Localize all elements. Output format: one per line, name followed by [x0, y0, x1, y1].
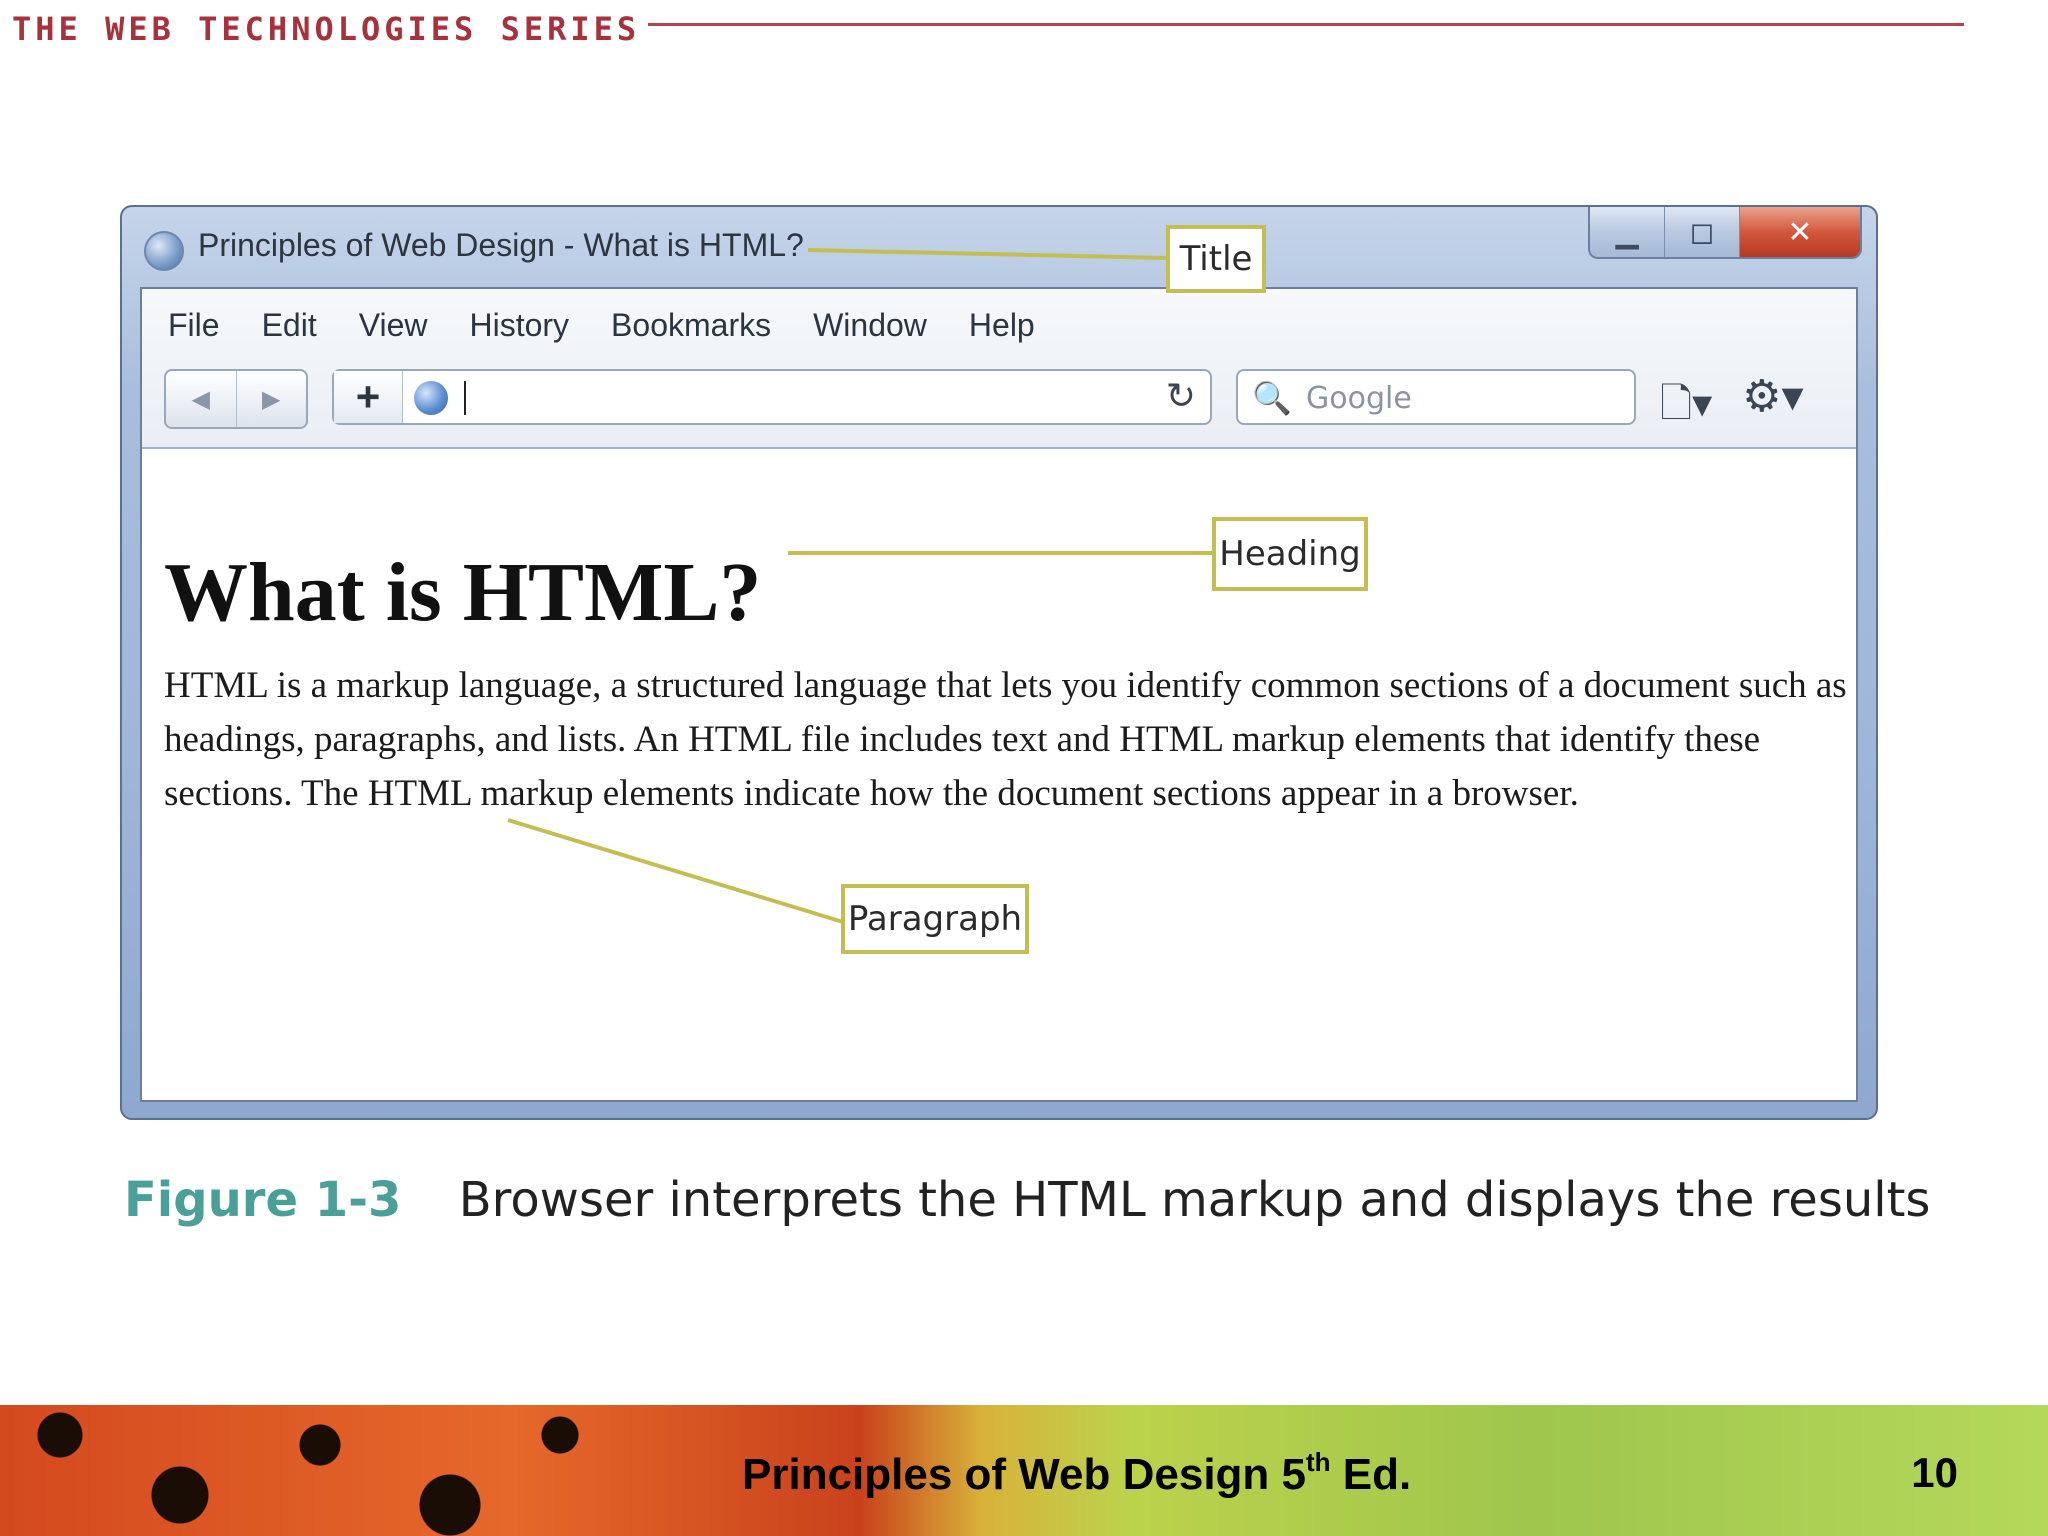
browser-toolbar-area: File Edit View History Bookmarks Window …	[142, 289, 1856, 449]
forward-arrow-icon[interactable]: ▶	[235, 371, 307, 427]
series-title: THE WEB TECHNOLOGIES SERIES	[12, 10, 641, 48]
footer-book-title: Principles of Web Design 5th Ed.	[742, 1447, 1411, 1500]
globe-icon	[414, 381, 448, 415]
navigation-buttons: ◀ ▶	[164, 369, 308, 429]
menu-bookmarks[interactable]: Bookmarks	[611, 307, 771, 344]
search-input[interactable]	[1304, 377, 1628, 419]
window-title: Principles of Web Design - What is HTML?	[198, 227, 804, 263]
browser-logo-icon	[144, 231, 184, 271]
add-tab-button[interactable]: +	[334, 371, 403, 423]
page-menu-icon[interactable]: 🗋▾	[1660, 375, 1712, 443]
figure-caption-text: Browser interprets the HTML markup and d…	[458, 1172, 1931, 1228]
text-cursor	[464, 381, 466, 415]
browser-client-area: File Edit View History Bookmarks Window …	[140, 287, 1858, 1102]
close-button[interactable]: ✕	[1740, 207, 1860, 257]
menu-edit[interactable]: Edit	[262, 307, 317, 344]
footer-title-suffix: Ed.	[1330, 1450, 1412, 1499]
figure-label: Figure 1-3	[124, 1172, 402, 1228]
address-bar[interactable]: + ↻	[332, 369, 1212, 425]
menu-view[interactable]: View	[359, 307, 428, 344]
window-controls: ▁ ◻ ✕	[1588, 207, 1862, 259]
menu-history[interactable]: History	[469, 307, 569, 344]
figure-caption: Figure 1-3 Browser interprets the HTML m…	[124, 1172, 1930, 1228]
menu-file[interactable]: File	[168, 307, 220, 344]
footer-title-superscript: th	[1306, 1447, 1331, 1477]
page-number: 10	[1911, 1449, 1958, 1496]
footer-title-main: Principles of Web Design 5	[742, 1450, 1306, 1499]
reload-icon[interactable]: ↻	[1166, 375, 1196, 417]
paragraph-callout: Paragraph	[841, 884, 1029, 954]
menu-help[interactable]: Help	[969, 307, 1035, 344]
menu-bar: File Edit View History Bookmarks Window …	[168, 307, 1035, 344]
gear-icon[interactable]: ⚙▾	[1742, 371, 1804, 422]
page-heading: What is HTML?	[164, 546, 762, 639]
back-arrow-icon[interactable]: ◀	[166, 371, 236, 427]
search-icon[interactable]: 🔍	[1252, 379, 1292, 417]
minimize-button[interactable]: ▁	[1590, 207, 1665, 257]
footer-banner: Principles of Web Design 5th Ed. 10	[0, 1405, 2048, 1536]
series-divider	[648, 23, 1964, 26]
browser-window: Principles of Web Design - What is HTML?…	[120, 205, 1878, 1120]
search-box[interactable]: 🔍	[1236, 369, 1636, 425]
title-callout: Title	[1166, 225, 1266, 293]
heading-callout: Heading	[1212, 517, 1368, 591]
page-paragraph: HTML is a markup language, a structured …	[164, 665, 1847, 814]
menu-window[interactable]: Window	[813, 307, 927, 344]
maximize-button[interactable]: ◻	[1665, 207, 1740, 257]
